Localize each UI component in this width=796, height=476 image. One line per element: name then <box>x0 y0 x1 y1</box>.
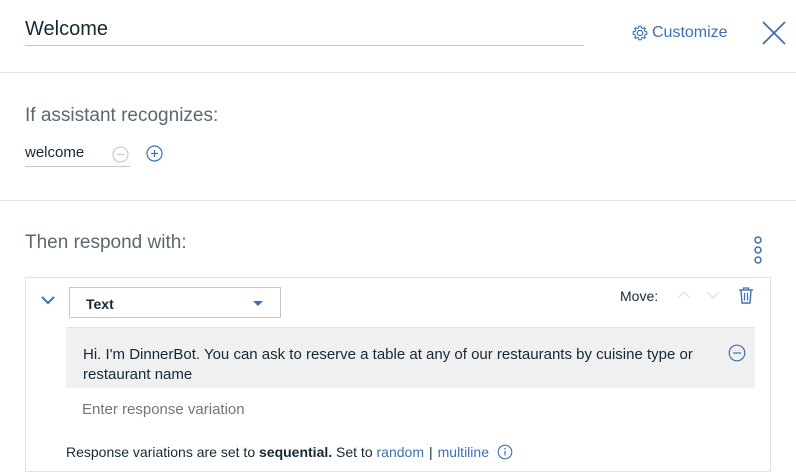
gear-icon <box>632 25 648 41</box>
arrow-up-icon[interactable] <box>676 290 692 300</box>
new-variation-input[interactable] <box>82 398 682 420</box>
variation-set-to-label: Set to <box>336 444 373 460</box>
arrow-down-icon[interactable] <box>705 290 721 300</box>
response-type-value: Text <box>86 296 114 312</box>
variation-mode-value: sequential. <box>259 444 333 460</box>
node-name-field[interactable]: Welcome <box>25 16 584 46</box>
minus-circle-icon[interactable] <box>728 344 746 362</box>
overflow-menu-icon[interactable] <box>752 235 764 265</box>
condition-heading: If assistant recognizes: <box>25 105 219 126</box>
chevron-down-icon[interactable] <box>40 295 56 305</box>
response-variation[interactable]: Hi. I'm DinnerBot. You can ask to reserv… <box>66 327 755 388</box>
caret-down-icon <box>253 301 263 306</box>
set-multiline-link[interactable]: multiline <box>438 444 489 460</box>
customize-button[interactable]: Customize <box>632 22 728 44</box>
variation-mode-line: Response variations are set to sequentia… <box>66 444 513 460</box>
move-label: Move: <box>620 288 659 304</box>
info-icon[interactable] <box>497 444 513 460</box>
set-random-link[interactable]: random <box>377 444 424 460</box>
variation-mode-prefix: Response variations are set to <box>66 444 256 460</box>
trash-icon[interactable] <box>738 287 754 304</box>
response-heading: Then respond with: <box>25 232 187 253</box>
response-type-select[interactable]: Text <box>69 287 281 318</box>
condition-section: If assistant recognizes: welcome <box>0 73 796 201</box>
customize-label: Customize <box>652 24 728 41</box>
response-panel: Text Move: Hi. I'm DinnerBot. You can as… <box>25 277 771 472</box>
close-icon[interactable] <box>760 19 788 47</box>
plus-circle-icon[interactable] <box>146 145 163 162</box>
response-variation-text[interactable]: Hi. I'm DinnerBot. You can ask to reserv… <box>83 345 693 385</box>
node-header: Welcome Customize <box>0 0 796 73</box>
minus-circle-icon[interactable] <box>112 146 129 163</box>
link-separator: | <box>428 444 433 460</box>
